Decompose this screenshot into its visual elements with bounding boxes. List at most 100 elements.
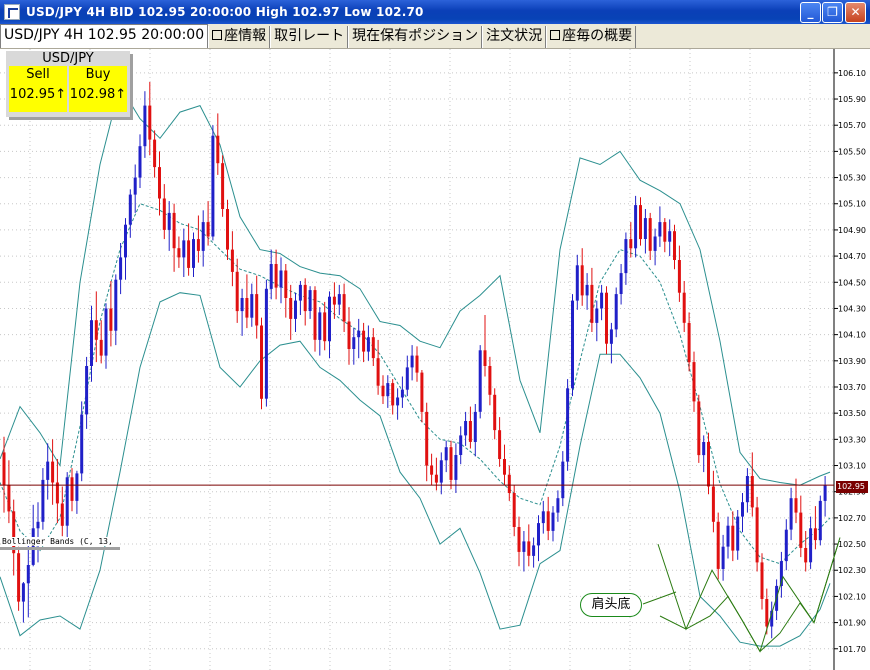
candle-body [512, 493, 516, 527]
candle-body [192, 239, 195, 268]
tab-open-positions[interactable]: 現在保有ポジション [348, 26, 483, 48]
candle-body [663, 222, 667, 242]
candle-body [65, 477, 69, 526]
tab-label: 座情報 [224, 28, 267, 44]
candle-body [230, 249, 234, 272]
y-tick-label: 102.50 [838, 540, 866, 549]
sell-button[interactable]: Sell 102.95↑ [9, 66, 67, 112]
candle-body [294, 300, 297, 319]
candle-body [332, 296, 336, 305]
candle-body [211, 135, 215, 237]
candle-body [624, 239, 628, 274]
candle-body [580, 265, 584, 296]
candle-body [75, 473, 79, 501]
candle-body [162, 198, 166, 230]
candle-body [507, 474, 511, 493]
candle-body [721, 546, 725, 569]
tab-order-status[interactable]: 注文状況 [482, 26, 547, 48]
candle-body [789, 498, 793, 530]
minimize-button[interactable]: _ [800, 2, 821, 23]
candle-body [673, 231, 676, 260]
pattern-annotation: 肩头底 [580, 593, 642, 617]
candle-body [308, 290, 312, 311]
candle-body [260, 325, 263, 399]
checkbox-icon[interactable] [212, 30, 223, 40]
tab-account-summary[interactable]: 座毎の概要 [546, 26, 637, 48]
candle-body [478, 350, 482, 412]
candle-body [17, 553, 21, 602]
candle-body [70, 477, 74, 501]
candle-body [468, 421, 472, 442]
candle-body [264, 288, 268, 399]
candle-body [668, 231, 672, 242]
tab-account-info[interactable]: 座情報 [208, 26, 271, 48]
y-tick-label: 105.30 [838, 174, 866, 183]
y-tick-label: 105.10 [838, 200, 866, 209]
tab-trade-rates[interactable]: 取引レート [270, 26, 349, 48]
tab-chart-usdjpy[interactable]: USD/JPY 4H 102.95 20:00:00 [0, 24, 209, 48]
candle-body [707, 442, 710, 487]
quote-symbol: USD/JPY [42, 51, 94, 66]
candle-body [614, 294, 618, 330]
close-button[interactable]: ✕ [845, 2, 866, 23]
y-tick-label: 104.30 [838, 304, 866, 313]
y-tick-label: 105.70 [838, 121, 866, 130]
candle-body [51, 461, 55, 483]
candle-body [541, 511, 545, 524]
candle-body [566, 388, 570, 462]
candle-body [386, 383, 390, 397]
y-tick-label: 102.30 [838, 566, 866, 575]
candle-body [449, 447, 453, 480]
candle-body [459, 435, 463, 455]
candle-body [362, 330, 366, 352]
candle-body [794, 498, 798, 513]
candle-body [585, 284, 589, 296]
candle-body [114, 279, 118, 331]
window-title: USD/JPY 4H BID 102.95 20:00:00 High 102.… [26, 5, 424, 19]
y-tick-label: 103.50 [838, 409, 866, 418]
candle-body [741, 502, 744, 517]
candle-body [493, 394, 497, 431]
price-chart[interactable]: 106.10 105.90 105.70 105.50 105.30 105.10 104.… [0, 49, 870, 670]
candle-body [809, 528, 813, 563]
candle-body [328, 296, 331, 342]
candle-body [430, 465, 434, 475]
candle-body [289, 298, 293, 319]
candle-body [503, 459, 506, 475]
candle-body [158, 167, 161, 199]
chart-canvas[interactable]: 106.10 105.90 105.70 105.50 105.30 105.10 104.… [0, 49, 870, 670]
candle-body [556, 498, 560, 513]
candle-body [342, 294, 346, 322]
candle-body [323, 312, 327, 342]
candle-body [269, 264, 273, 289]
candle-body [2, 452, 6, 486]
current-price-tag: 102.95 [836, 481, 868, 493]
app-icon[interactable] [4, 4, 20, 20]
candle-body [318, 312, 322, 340]
candle-body [760, 562, 764, 599]
candle-body [546, 511, 550, 531]
candle-body [196, 239, 200, 251]
checkbox-icon[interactable] [550, 30, 561, 40]
candle-body [26, 565, 30, 584]
y-tick-label: 104.50 [838, 278, 866, 287]
candle-body [434, 474, 438, 483]
candle-body [711, 486, 715, 522]
pattern-line-upper [657, 537, 841, 653]
maximize-button[interactable]: ❐ [822, 2, 843, 23]
candle-body [444, 447, 448, 461]
candle-body [454, 455, 458, 480]
y-tick-label: 102.70 [838, 514, 866, 523]
buy-price: 102.98↑ [69, 87, 127, 102]
title-bar: USD/JPY 4H BID 102.95 20:00:00 High 102.… [0, 0, 870, 24]
candle-body [551, 512, 555, 531]
buy-button[interactable]: Buy 102.98↑ [69, 66, 127, 112]
candle-body [561, 461, 565, 499]
y-tick-label: 102.10 [838, 592, 866, 601]
candle-body [755, 507, 759, 563]
candle-body [235, 271, 239, 312]
tab-label: 注文状況 [486, 28, 543, 44]
candle-body [639, 205, 642, 240]
candle-body [400, 389, 404, 398]
candle-body [527, 541, 531, 556]
